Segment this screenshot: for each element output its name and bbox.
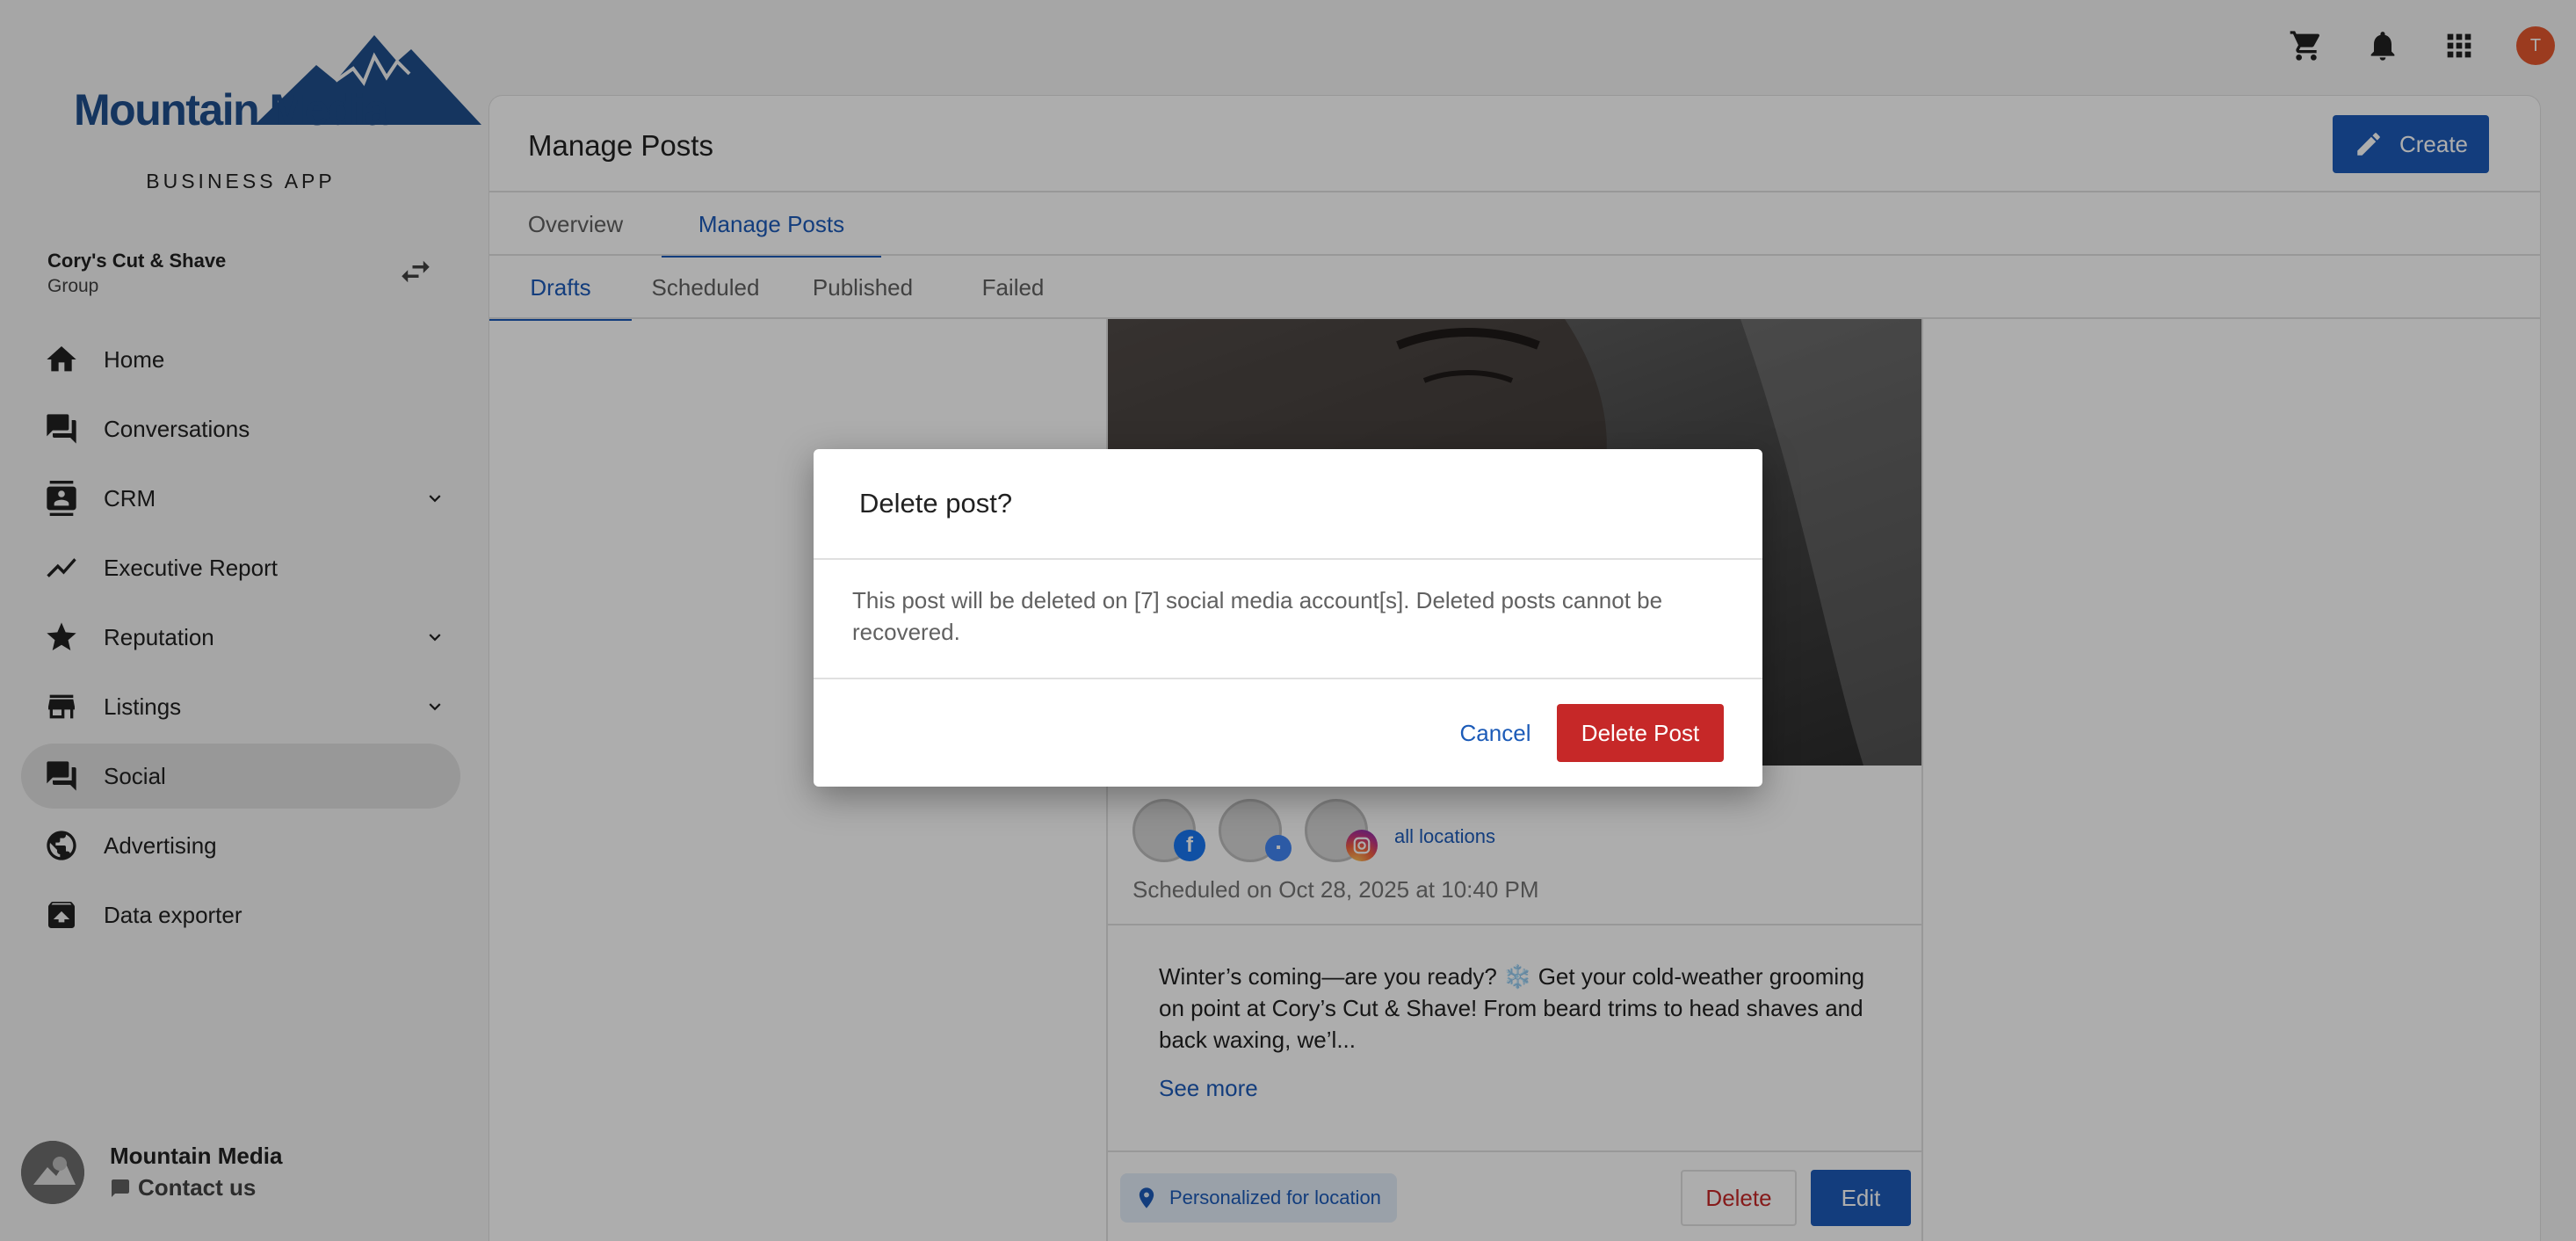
- divider: [814, 558, 1762, 560]
- delete-post-dialog: Delete post? This post will be deleted o…: [814, 449, 1762, 787]
- divider: [814, 678, 1762, 679]
- dialog-title: Delete post?: [859, 488, 1013, 519]
- dialog-message: This post will be deleted on [7] social …: [852, 587, 1663, 645]
- cancel-button[interactable]: Cancel: [1429, 704, 1562, 762]
- delete-post-button[interactable]: Delete Post: [1557, 704, 1724, 762]
